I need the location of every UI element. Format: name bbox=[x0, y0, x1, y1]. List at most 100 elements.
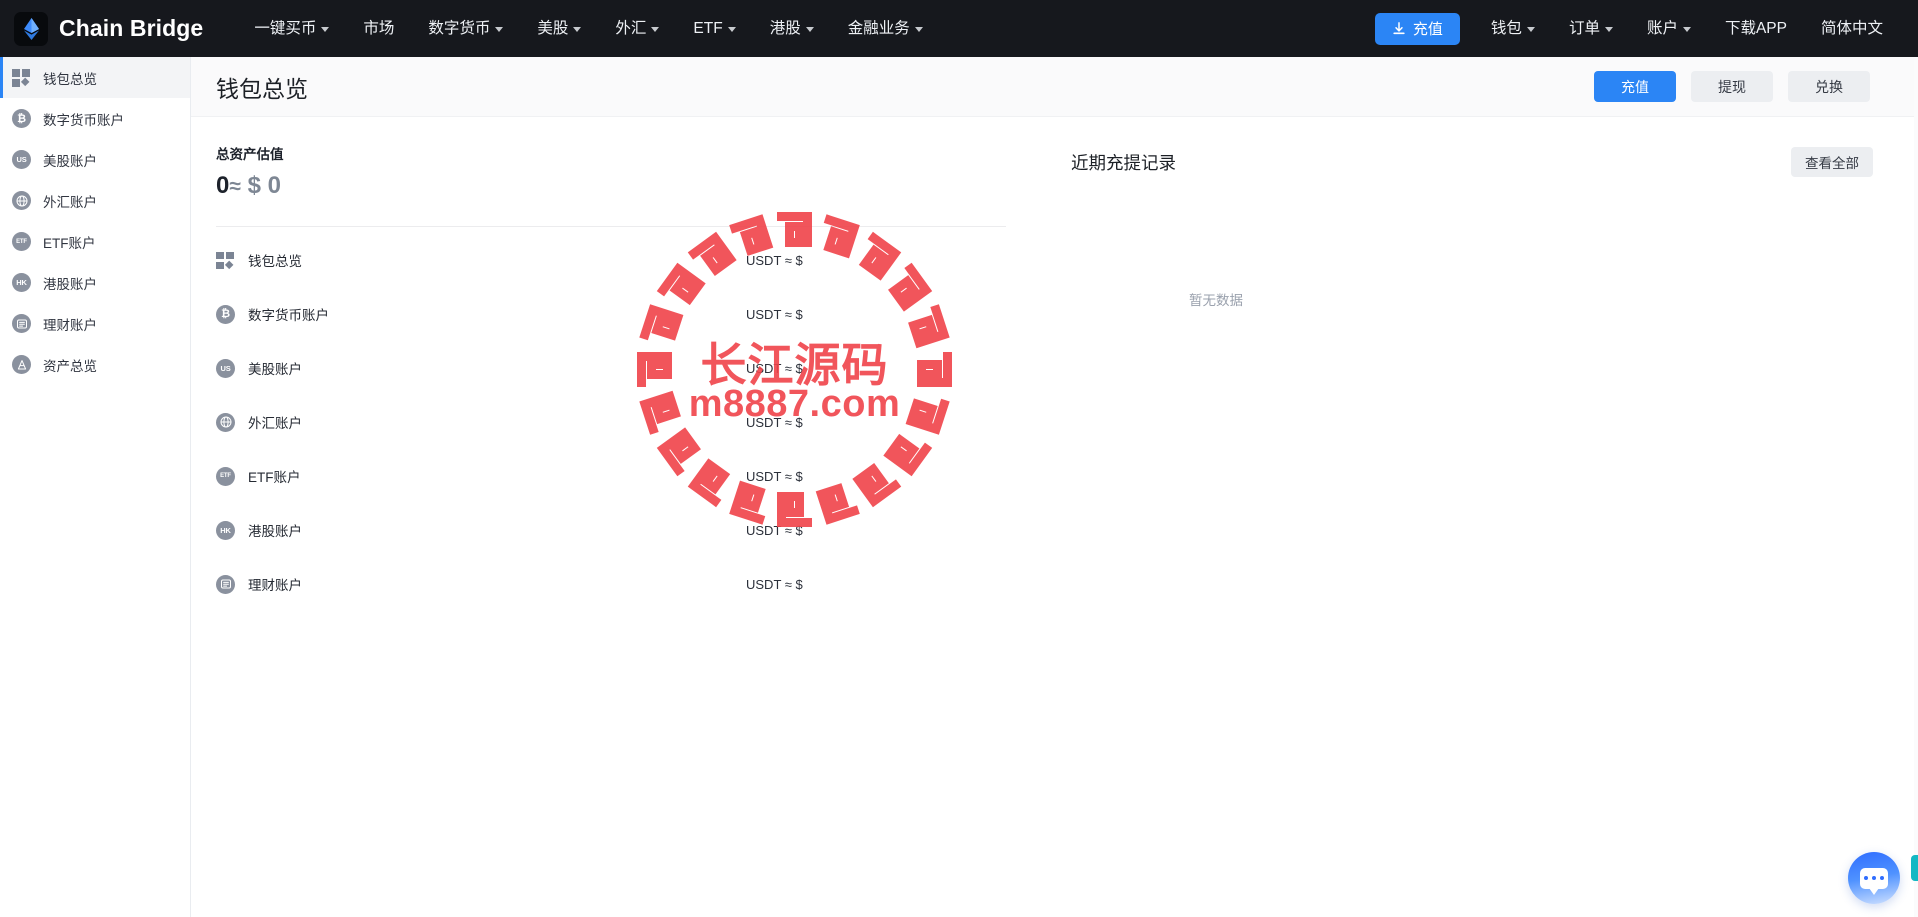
account-label: 港股账户 bbox=[248, 524, 302, 539]
ethereum-diamond-icon bbox=[14, 11, 48, 46]
account-row[interactable]: 钱包总览 USDT ≈ $ bbox=[216, 233, 1026, 287]
account-row[interactable]: HK 港股账户 USDT ≈ $ bbox=[216, 503, 1026, 557]
chevron-down-icon bbox=[805, 27, 814, 32]
account-name: ETF ETF账户 bbox=[216, 466, 576, 486]
etf-icon: ETF bbox=[216, 466, 235, 486]
nav-item-label: 金融业务 bbox=[847, 20, 910, 37]
approx-symbol: ≈ bbox=[229, 175, 241, 198]
nav-item-label: 美股 bbox=[537, 20, 569, 37]
chevron-down-icon bbox=[1682, 27, 1691, 32]
grid-icon bbox=[12, 68, 31, 87]
account-nav-item-label: 简体中文 bbox=[1820, 20, 1883, 37]
sidebar-item-label: 美股账户 bbox=[43, 153, 97, 169]
account-label: 外汇账户 bbox=[248, 416, 302, 431]
page-action-button-1[interactable]: 提现 bbox=[1691, 71, 1773, 102]
chat-dots bbox=[1864, 875, 1884, 881]
account-name: ₿ 数字货币账户 bbox=[216, 304, 576, 324]
nav-item-1[interactable]: 市场 bbox=[346, 0, 411, 57]
page-action-button-0[interactable]: 充值 bbox=[1594, 71, 1676, 102]
chevron-down-icon bbox=[573, 27, 582, 32]
sidebar-item-label: 理财账户 bbox=[43, 317, 97, 333]
records-title: 近期充提记录 bbox=[1071, 152, 1176, 173]
brand-logo-area[interactable]: Chain Bridge bbox=[0, 11, 203, 46]
account-amount: USDT ≈ $ bbox=[746, 360, 803, 376]
sidebar-item-label: 港股账户 bbox=[43, 276, 97, 292]
nav-item-4[interactable]: 外汇 bbox=[598, 0, 676, 57]
top-navigation-bar: Chain Bridge 一键买币 市场 数字货币 美股 外汇 ETF 港股 金融业务 充值 … bbox=[0, 0, 1918, 57]
account-amount: USDT ≈ $ bbox=[746, 414, 803, 430]
account-nav-item-label: 订单 bbox=[1568, 20, 1600, 37]
us-icon: US bbox=[216, 358, 235, 378]
records-header: 近期充提记录 查看全部 bbox=[1071, 143, 1873, 181]
sidebar-item-7[interactable]: 资产总览 bbox=[0, 344, 190, 385]
sidebar-item-label: 钱包总览 bbox=[43, 71, 97, 87]
account-row[interactable]: US 美股账户 USDT ≈ $ bbox=[216, 341, 1026, 395]
nav-item-label: ETF bbox=[693, 20, 723, 37]
account-amount: USDT ≈ $ bbox=[746, 576, 803, 592]
finance-icon bbox=[216, 574, 235, 594]
topup-button[interactable]: 充值 bbox=[1374, 12, 1460, 45]
account-name: 钱包总览 bbox=[216, 250, 576, 270]
total-assets-label: 总资产估值 bbox=[216, 147, 284, 162]
page-action-button-2[interactable]: 兑换 bbox=[1788, 71, 1870, 102]
nav-right-group: 充值 钱包 订单 账户 下载APP 简体中文 bbox=[1374, 0, 1918, 57]
account-row[interactable]: ₿ 数字货币账户 USDT ≈ $ bbox=[216, 287, 1026, 341]
nav-item-label: 一键买币 bbox=[254, 20, 317, 37]
nav-item-3[interactable]: 美股 bbox=[520, 0, 598, 57]
nav-item-7[interactable]: 金融业务 bbox=[831, 0, 940, 57]
sidebar-item-5[interactable]: HK 港股账户 bbox=[0, 262, 190, 303]
content-columns: 总资产估值 0≈ $ 0 钱包总览 USDT ≈ $ ₿ 数字货币账户 USDT ≈ $… bbox=[191, 117, 1918, 611]
account-name: 理财账户 bbox=[216, 574, 576, 594]
sidebar-item-label: 资产总览 bbox=[43, 358, 97, 374]
account-nav-item-2[interactable]: 账户 bbox=[1630, 0, 1708, 57]
nav-item-5[interactable]: ETF bbox=[676, 0, 752, 57]
forex-globe-icon bbox=[216, 412, 235, 432]
account-nav-item-3[interactable]: 下载APP bbox=[1708, 0, 1804, 57]
account-amount: USDT ≈ $ bbox=[746, 522, 803, 538]
sidebar-item-4[interactable]: ETF ETF账户 bbox=[0, 221, 190, 262]
sidebar: 钱包总览 ₿ 数字货币账户 US 美股账户外汇账户 ETF ETF账户 HK 港股账户理财账户资… bbox=[0, 57, 191, 917]
page-title: 钱包总览 bbox=[216, 75, 308, 102]
account-nav-item-4[interactable]: 简体中文 bbox=[1804, 0, 1900, 57]
account-row[interactable]: 外汇账户 USDT ≈ $ bbox=[216, 395, 1026, 449]
etf-icon: ETF bbox=[12, 232, 31, 251]
total-assets-amount: 0 bbox=[216, 172, 230, 199]
account-nav-item-label: 账户 bbox=[1646, 20, 1678, 37]
forex-globe-icon bbox=[12, 191, 31, 210]
account-row[interactable]: ETF ETF账户 USDT ≈ $ bbox=[216, 449, 1026, 503]
view-all-button[interactable]: 查看全部 bbox=[1791, 147, 1873, 177]
sidebar-item-0[interactable]: 钱包总览 bbox=[0, 57, 190, 98]
account-nav-item-0[interactable]: 钱包 bbox=[1474, 0, 1552, 57]
chat-side-tab[interactable] bbox=[1911, 855, 1918, 881]
topup-button-label: 充值 bbox=[1412, 21, 1443, 38]
sidebar-item-1[interactable]: ₿ 数字货币账户 bbox=[0, 98, 190, 139]
sidebar-item-3[interactable]: 外汇账户 bbox=[0, 180, 190, 221]
nav-item-0[interactable]: 一键买币 bbox=[237, 0, 346, 57]
account-amount: USDT ≈ $ bbox=[746, 252, 803, 268]
chat-bubble-icon[interactable] bbox=[1848, 852, 1900, 904]
total-assets-value: 0≈ $ 0 bbox=[216, 172, 1026, 200]
account-name: 外汇账户 bbox=[216, 412, 576, 432]
total-assets-usd: $ 0 bbox=[247, 172, 281, 199]
account-label: 数字货币账户 bbox=[248, 308, 329, 323]
chevron-down-icon bbox=[495, 27, 504, 32]
sidebar-item-2[interactable]: US 美股账户 bbox=[0, 139, 190, 180]
sidebar-item-6[interactable]: 理财账户 bbox=[0, 303, 190, 344]
nav-item-6[interactable]: 港股 bbox=[753, 0, 831, 57]
account-nav-item-1[interactable]: 订单 bbox=[1552, 0, 1630, 57]
nav-item-label: 市场 bbox=[363, 20, 395, 37]
hk-icon: HK bbox=[216, 520, 235, 540]
sidebar-item-label: 外汇账户 bbox=[43, 194, 97, 210]
chat-bubble-shape bbox=[1860, 867, 1888, 895]
account-label: 理财账户 bbox=[248, 578, 302, 593]
page-scrollbar[interactable] bbox=[1914, 57, 1918, 917]
account-list: 钱包总览 USDT ≈ $ ₿ 数字货币账户 USDT ≈ $ US 美股账户 USDT ≈ … bbox=[216, 227, 1026, 611]
nav-item-2[interactable]: 数字货币 bbox=[411, 0, 520, 57]
nav-item-label: 港股 bbox=[769, 20, 801, 37]
primary-nav-items: 一键买币 市场 数字货币 美股 外汇 ETF 港股 金融业务 bbox=[237, 0, 939, 57]
us-icon: US bbox=[12, 150, 31, 169]
account-name: HK 港股账户 bbox=[216, 520, 576, 540]
finance-icon bbox=[12, 314, 31, 333]
main-content: 钱包总览 充值 提现 兑换 总资产估值 0≈ $ 0 钱包总览 USDT ≈ $ ₿ 数字… bbox=[191, 57, 1918, 917]
account-row[interactable]: 理财账户 USDT ≈ $ bbox=[216, 557, 1026, 611]
